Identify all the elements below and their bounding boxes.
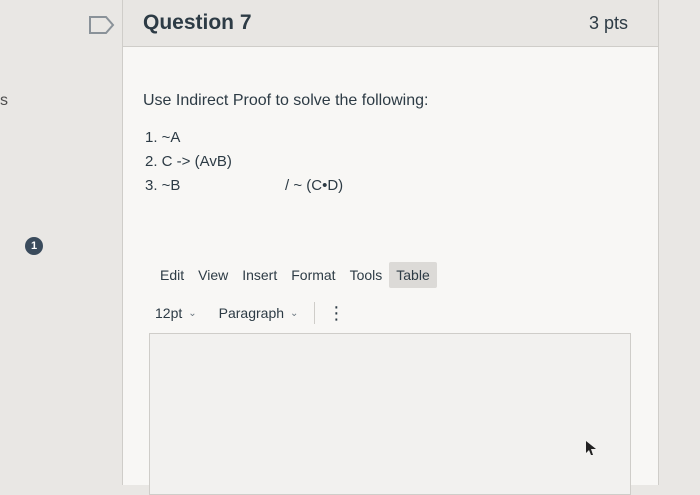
font-size-value: 12pt: [155, 305, 183, 321]
premise-2: 2. C -> (AvB): [145, 153, 232, 170]
question-title: Question 7: [143, 11, 252, 34]
mouse-cursor-icon: [586, 441, 596, 455]
menu-tools[interactable]: Tools: [343, 262, 390, 288]
left-edge-text: s: [0, 92, 8, 109]
chevron-down-icon: ⌄: [188, 307, 197, 319]
block-format-dropdown[interactable]: Paragraph ⌄: [219, 305, 299, 321]
question-prompt: Use Indirect Proof to solve the followin…: [143, 92, 429, 109]
step-badge: 1: [25, 237, 43, 255]
editor-toolbar: 12pt ⌄ Paragraph ⌄ ⋮: [155, 302, 345, 324]
menu-format[interactable]: Format: [284, 262, 342, 288]
menu-edit[interactable]: Edit: [153, 262, 191, 288]
rich-text-editor-area[interactable]: [149, 333, 631, 495]
question-header: Question 7 3 pts: [123, 0, 658, 47]
flag-outline-icon[interactable]: [88, 14, 116, 36]
conclusion: / ~ (C•D): [285, 177, 344, 194]
menu-insert[interactable]: Insert: [235, 262, 284, 288]
chevron-down-icon: ⌄: [290, 307, 299, 319]
block-format-value: Paragraph: [218, 305, 285, 321]
editor-menu-bar: Edit View Insert Format Tools Table: [153, 262, 437, 288]
font-size-dropdown[interactable]: 12pt ⌄: [155, 305, 197, 321]
premise-3: 3. ~B: [145, 177, 181, 194]
question-card: Question 7 3 pts Use Indirect Proof to s…: [122, 0, 659, 495]
premise-1: 1. ~A: [145, 129, 181, 146]
more-vertical-icon[interactable]: ⋮: [327, 304, 345, 322]
menu-view[interactable]: View: [191, 262, 235, 288]
menu-table[interactable]: Table: [389, 262, 437, 288]
toolbar-divider: [314, 302, 316, 324]
question-points: 3 pts: [588, 12, 628, 33]
